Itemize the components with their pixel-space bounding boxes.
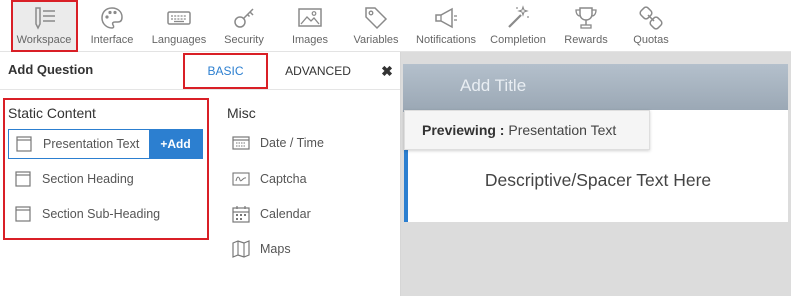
top-toolbar: Workspace Interface Languages Security I…: [0, 0, 791, 52]
previewing-prefix: Previewing :: [422, 122, 505, 138]
add-title-placeholder[interactable]: Add Title: [460, 76, 526, 96]
toolbar-quotas[interactable]: Quotas: [626, 0, 676, 52]
section-heading-item[interactable]: Section Heading: [14, 165, 134, 193]
previewing-value: Presentation Text: [508, 122, 617, 138]
toolbar-quotas-label: Quotas: [633, 34, 669, 46]
toolbar-completion[interactable]: Completion: [486, 0, 550, 52]
keyboard-icon: [167, 11, 191, 25]
section-subheading-item[interactable]: Section Sub-Heading: [14, 200, 160, 228]
calendar-label: Calendar: [260, 207, 311, 221]
toolbar-completion-label: Completion: [490, 34, 546, 46]
toolbar-rewards[interactable]: Rewards: [560, 0, 612, 52]
toolbar-interface-label: Interface: [90, 34, 134, 46]
megaphone-icon: [435, 7, 457, 29]
presentation-text-label: Presentation Text: [43, 137, 140, 151]
toolbar-workspace[interactable]: Workspace: [12, 0, 76, 52]
section-heading-label: Section Heading: [42, 172, 134, 186]
presentation-text-item[interactable]: Presentation Text +Add: [8, 129, 203, 159]
toolbar-variables-label: Variables: [353, 34, 399, 46]
descriptive-text: Descriptive/Spacer Text Here: [484, 170, 712, 190]
captcha-item[interactable]: Captcha: [232, 165, 307, 193]
panel-divider: [0, 89, 400, 90]
magic-wand-icon: [508, 5, 529, 28]
misc-heading: Misc: [227, 105, 256, 121]
date-time-item[interactable]: Date / Time: [232, 129, 324, 157]
toolbar-languages[interactable]: Languages: [148, 0, 210, 52]
presentation-text-icon: [15, 135, 33, 153]
section-subheading-icon: [14, 205, 32, 223]
toolbar-variables[interactable]: Variables: [348, 0, 404, 52]
toolbar-interface[interactable]: Interface: [84, 0, 140, 52]
captcha-label: Captcha: [260, 172, 307, 186]
palette-icon: [101, 7, 123, 29]
static-content-heading: Static Content: [8, 105, 96, 121]
toolbar-languages-label: Languages: [151, 34, 207, 46]
tag-icon: [365, 7, 388, 30]
section-subheading-label: Section Sub-Heading: [42, 207, 161, 221]
calendar-icon: [232, 205, 250, 223]
captcha-icon: [232, 170, 250, 188]
toolbar-images-label: Images: [291, 34, 329, 46]
tab-advanced[interactable]: ADVANCED: [272, 53, 364, 89]
toolbar-rewards-label: Rewards: [564, 34, 608, 46]
tab-basic[interactable]: BASIC: [185, 53, 266, 89]
image-icon: [298, 8, 322, 27]
toolbar-security-label: Security: [224, 34, 264, 46]
toolbar-notifications[interactable]: Notifications: [412, 0, 480, 52]
maps-item[interactable]: Maps: [232, 235, 291, 263]
key-icon: [234, 8, 254, 28]
toolbar-security[interactable]: Security: [218, 0, 270, 52]
toolbar-notifications-label: Notifications: [416, 34, 476, 46]
calendar-item[interactable]: Calendar: [232, 200, 311, 228]
add-button[interactable]: +Add: [149, 130, 202, 158]
toolbar-workspace-label: Workspace: [16, 34, 72, 46]
map-icon: [232, 240, 250, 258]
date-time-icon: [232, 134, 250, 152]
previewing-label: Previewing : Presentation Text: [404, 110, 650, 150]
close-icon[interactable]: ✖: [376, 60, 398, 82]
workspace-icon: [35, 7, 55, 30]
section-heading-icon: [14, 170, 32, 188]
toolbar-images[interactable]: Images: [284, 0, 336, 52]
add-question-title: Add Question: [8, 62, 94, 77]
date-time-label: Date / Time: [260, 136, 324, 150]
maps-label: Maps: [260, 242, 291, 256]
chain-icon: [639, 6, 663, 30]
trophy-icon: [575, 7, 597, 29]
